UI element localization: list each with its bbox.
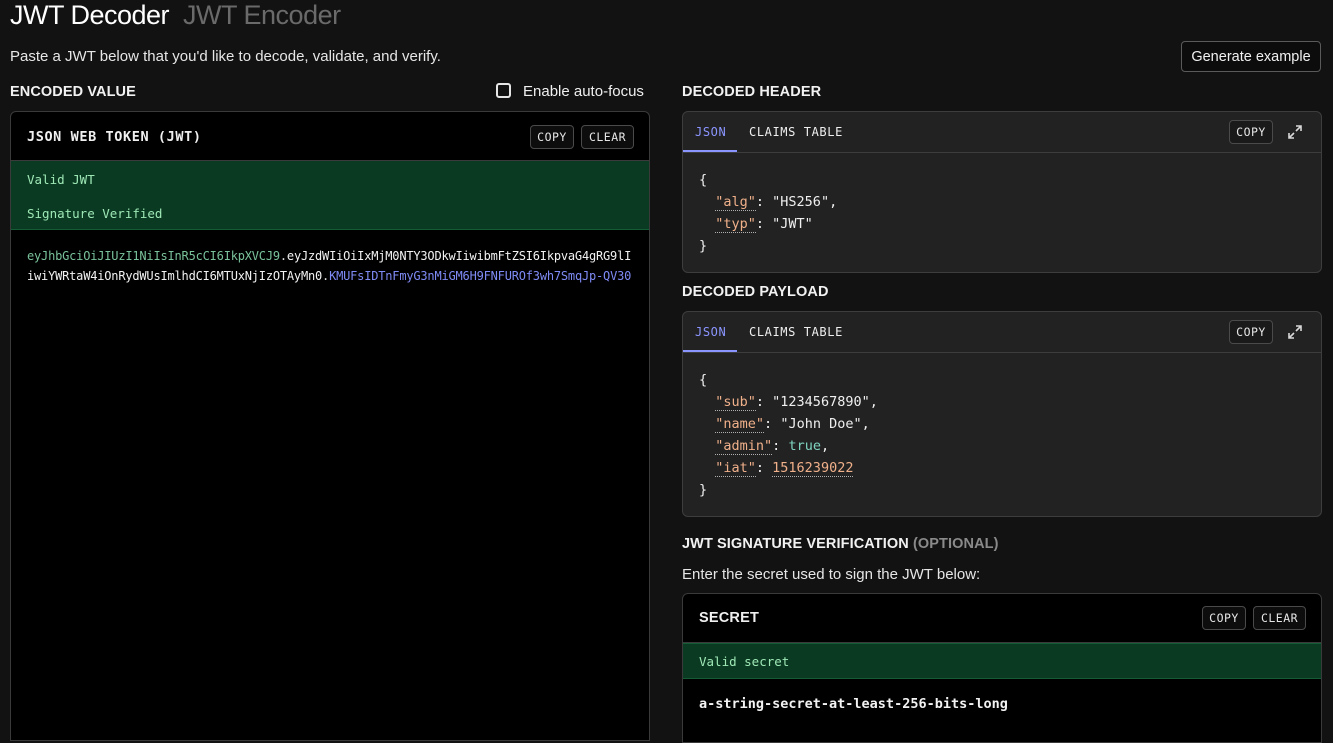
encoded-value-title: ENCODED VALUE bbox=[10, 84, 136, 100]
json-key-iat: "iat" bbox=[715, 460, 756, 477]
header-json-view: { "alg": "HS256", "typ": "JWT" } bbox=[699, 172, 838, 254]
copy-jwt-button[interactable]: COPY bbox=[530, 125, 574, 149]
copy-payload-button[interactable]: COPY bbox=[1229, 320, 1273, 344]
expand-icon[interactable] bbox=[1287, 324, 1303, 340]
payload-tab-underline bbox=[683, 350, 737, 352]
payload-tab-json[interactable]: JSON bbox=[695, 325, 726, 339]
secret-status-box: Valid secret bbox=[683, 643, 1321, 679]
jwt-status-box: Valid JWT Signature Verified bbox=[11, 161, 649, 230]
jwt-panel-title: JSON WEB TOKEN (JWT) bbox=[27, 129, 202, 145]
copy-secret-button[interactable]: COPY bbox=[1202, 606, 1246, 630]
json-key-name: "name" bbox=[715, 416, 765, 433]
json-key-admin: "admin" bbox=[715, 438, 773, 455]
secret-instruction: Enter the secret used to sign the JWT be… bbox=[682, 566, 981, 583]
json-value-admin: true bbox=[788, 438, 821, 454]
payload-json-view: { "sub": "1234567890", "name": "John Doe… bbox=[699, 372, 878, 498]
payload-tabs: JSON CLAIMS TABLE COPY bbox=[683, 312, 1321, 353]
optional-label: (OPTIONAL) bbox=[912, 536, 999, 552]
token-header-part: eyJhbGciOiJIUzI1NiIsInR5cCI6IkpXVCJ9 bbox=[27, 249, 280, 263]
generate-example-button[interactable]: Generate example bbox=[1181, 41, 1321, 72]
token-signature-part: KMUFsIDTnFmyG3nMiGM6H9FNFUROf3wh7SmqJp-Q… bbox=[329, 269, 632, 283]
top-tabs: JWT Decoder JWT Encoder bbox=[10, 0, 341, 31]
json-key-sub: "sub" bbox=[715, 394, 756, 411]
jwt-token-input[interactable]: eyJhbGciOiJIUzI1NiIsInR5cCI6IkpXVCJ9.eyJ… bbox=[27, 246, 635, 286]
encoded-panel: JSON WEB TOKEN (JWT) COPY CLEAR Valid JW… bbox=[10, 111, 650, 741]
payload-tab-claims-table[interactable]: CLAIMS TABLE bbox=[749, 325, 843, 339]
header-tab-underline bbox=[683, 150, 737, 152]
header-tab-json[interactable]: JSON bbox=[695, 125, 726, 139]
secret-panel: SECRET COPY CLEAR Valid secret a-string-… bbox=[682, 593, 1322, 743]
tab-jwt-decoder[interactable]: JWT Decoder bbox=[10, 0, 170, 30]
header-tabs: JSON CLAIMS TABLE COPY bbox=[683, 112, 1321, 153]
json-value-name: "John Doe" bbox=[780, 416, 862, 432]
clear-secret-button[interactable]: CLEAR bbox=[1253, 606, 1306, 630]
page-subtitle: Paste a JWT below that you'd like to dec… bbox=[10, 48, 441, 65]
expand-icon[interactable] bbox=[1287, 124, 1303, 140]
json-value-iat: 1516239022 bbox=[772, 460, 854, 477]
signature-verified-status: Signature Verified bbox=[27, 206, 163, 221]
json-key-alg: "alg" bbox=[715, 194, 756, 211]
secret-title: SECRET bbox=[699, 610, 760, 626]
decoded-payload-panel: JSON CLAIMS TABLE COPY { "sub": "1234567… bbox=[682, 311, 1322, 517]
json-key-typ: "typ" bbox=[715, 216, 756, 233]
decoded-header-panel: JSON CLAIMS TABLE COPY { "alg": "HS256",… bbox=[682, 111, 1322, 273]
valid-jwt-status: Valid JWT bbox=[27, 172, 95, 187]
clear-jwt-button[interactable]: CLEAR bbox=[581, 125, 634, 149]
secret-input[interactable]: a-string-secret-at-least-256-bits-long bbox=[699, 696, 1008, 712]
copy-header-button[interactable]: COPY bbox=[1229, 120, 1273, 144]
encoded-panel-header: JSON WEB TOKEN (JWT) COPY CLEAR bbox=[11, 112, 649, 161]
json-value-alg: "HS256" bbox=[772, 194, 830, 210]
auto-focus-checkbox[interactable] bbox=[496, 83, 511, 98]
decoded-header-title: DECODED HEADER bbox=[682, 84, 822, 100]
secret-panel-header: SECRET COPY CLEAR bbox=[683, 594, 1321, 643]
auto-focus-label[interactable]: Enable auto-focus bbox=[523, 83, 644, 100]
tab-jwt-encoder[interactable]: JWT Encoder bbox=[183, 0, 341, 30]
decoded-payload-title: DECODED PAYLOAD bbox=[682, 284, 829, 300]
json-value-typ: "JWT" bbox=[772, 216, 813, 232]
json-value-sub: "1234567890" bbox=[772, 394, 870, 410]
valid-secret-status: Valid secret bbox=[699, 654, 790, 669]
header-tab-claims-table[interactable]: CLAIMS TABLE bbox=[749, 125, 843, 139]
signature-verification-title: JWT SIGNATURE VERIFICATION (OPTIONAL) bbox=[682, 536, 999, 552]
